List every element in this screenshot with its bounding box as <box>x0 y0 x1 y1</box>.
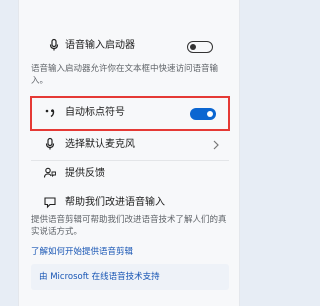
feedback-icon <box>43 167 56 178</box>
microphone-icon <box>45 137 55 150</box>
toggle-knob <box>190 43 196 50</box>
voice-launcher-title: 语音输入启动器 <box>65 40 135 51</box>
default-mic-title[interactable]: 选择默认麦克风 <box>65 139 135 151</box>
learn-more-link[interactable]: 了解如何开始提供语音剪辑 <box>31 246 133 258</box>
chat-bubble-icon <box>44 197 56 209</box>
divider <box>31 160 229 161</box>
footer-bar: 由 Microsoft 在线语音技术支持 <box>31 264 229 290</box>
highlight-box <box>30 96 230 131</box>
feedback-title[interactable]: 提供反馈 <box>65 168 105 180</box>
voice-launcher-toggle[interactable] <box>187 41 213 53</box>
improve-voice-title: 帮助我们改进语音输入 <box>65 197 165 208</box>
voice-typing-settings-panel: 语音输入启动器 语音输入启动器允许你在文本框中快速访问语音输入。 自动标点符号 … <box>18 0 240 306</box>
voice-launcher-description: 语音输入启动器允许你在文本框中快速访问语音输入。 <box>31 64 219 86</box>
chevron-right-icon[interactable] <box>209 138 223 152</box>
microphone-icon <box>49 38 59 51</box>
improve-voice-description: 提供语音剪辑可帮助我们改进语音技术了解人们的真实说话方式。 <box>31 215 227 237</box>
microsoft-support-link[interactable]: 由 Microsoft 在线语音技术支持 <box>39 271 160 283</box>
